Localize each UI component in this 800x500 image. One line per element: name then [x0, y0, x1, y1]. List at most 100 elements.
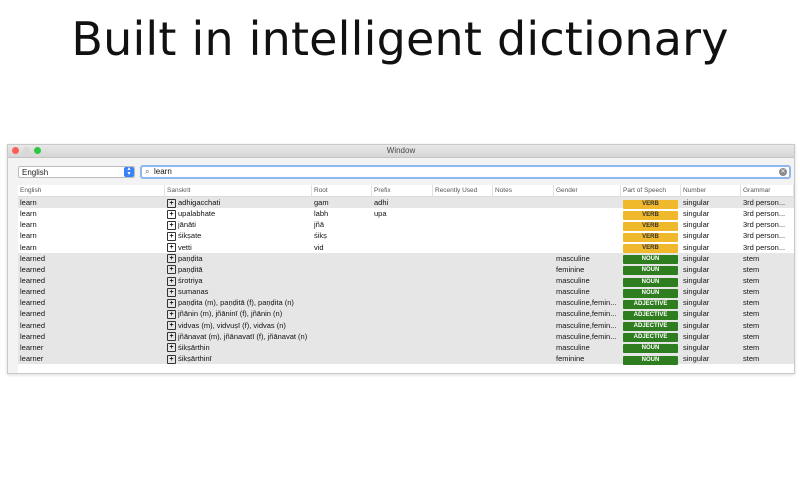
cell-grammar: stem [743, 253, 760, 263]
column-header-prefix[interactable]: Prefix [372, 185, 433, 196]
cell-gender: feminine [556, 354, 585, 364]
cell-number: singular [683, 198, 710, 208]
cell-sanskrit: + śikṣārthinī [165, 353, 312, 364]
cell-sanskrit: + paṇḍita [165, 253, 312, 264]
cell-grammar: 3rd person... [743, 209, 786, 219]
cell-grammar: stem [743, 276, 760, 286]
cell-number: singular [683, 320, 710, 330]
table-row[interactable]: learn + adhigacchati gam adhi VERB singular 3rd… [18, 197, 794, 209]
cell-grammar: stem [743, 264, 760, 274]
cell-sanskrit: + vidvas (m), vidvuṣī (f), vidvas (n) [165, 320, 312, 331]
expand-plus-icon[interactable]: + [167, 287, 176, 297]
cell-part-of-speech: NOUN [621, 353, 681, 365]
chevron-updown-icon: ▴ ▾ [124, 166, 134, 177]
column-header-number[interactable]: Number [681, 185, 741, 196]
table-row[interactable]: learn + upalabhate labh upa VERB singular 3rd p… [18, 208, 794, 220]
table-row[interactable]: learned + paṇḍita masculine NOUN singular stem [18, 252, 794, 265]
cell-grammar: 3rd person... [743, 198, 786, 208]
sanskrit-text: sumanas [178, 287, 209, 297]
expand-plus-icon[interactable]: + [167, 209, 176, 219]
sanskrit-text: paṇḍita (m), paṇḍitā (f), paṇḍita (n) [178, 298, 294, 308]
expand-plus-icon[interactable]: + [167, 232, 176, 241]
cell-gender: masculine [556, 287, 590, 297]
cell-number: singular [683, 287, 710, 297]
expand-plus-icon[interactable]: + [167, 321, 176, 331]
table-row[interactable]: learned + jñānavat (m), jñānavatī (f), jñā… [18, 330, 794, 343]
table-row[interactable]: learned + paṇḍitā feminine NOUN singular stem [18, 263, 794, 276]
clear-search-icon[interactable]: ✕ [779, 168, 787, 176]
column-header-notes[interactable]: Notes [493, 185, 554, 196]
table-row[interactable]: learn + śikṣate śikṣ VERB singular 3rd person.… [18, 230, 794, 242]
sanskrit-text: śikṣārthinī [178, 354, 212, 364]
cell-sanskrit: + śikṣate [165, 230, 312, 241]
cell-gender: masculine,femin... [556, 331, 617, 341]
cell-english: learned [20, 309, 46, 319]
column-header-part-of-speech[interactable]: Part of Speech [621, 185, 681, 196]
column-header-recently-used[interactable]: Recently Used [433, 185, 493, 196]
cell-english: learner [20, 354, 44, 364]
results-table: English Sanskrit Root Prefix Recently Used No… [18, 185, 794, 373]
cell-english: learner [20, 342, 44, 352]
cell-english: learned [20, 331, 46, 341]
cell-sanskrit: + jñānin (m), jñāninī (f), jñānin (n) [165, 308, 312, 319]
cell-grammar: stem [743, 320, 760, 330]
expand-plus-icon[interactable]: + [167, 265, 176, 275]
cell-english: learned [20, 320, 46, 330]
column-header-sanskrit[interactable]: Sanskrit [165, 185, 312, 196]
cell-sanskrit: + jñānavat (m), jñānavatī (f), jñānavat (… [165, 331, 312, 342]
cell-english: learn [20, 209, 37, 219]
column-header-gender[interactable]: Gender [554, 185, 621, 196]
table-row[interactable]: learned + vidvas (m), vidvuṣī (f), vidvas … [18, 319, 794, 332]
magnifier-icon: ⌕ [145, 167, 150, 176]
expand-plus-icon[interactable]: + [167, 343, 176, 353]
cell-gender: feminine [556, 264, 585, 274]
cell-number: singular [683, 309, 710, 319]
cell-root: labh [314, 209, 329, 219]
cell-gender: masculine [556, 253, 590, 263]
table-row[interactable]: learn + jānāti jñā VERB singular 3rd person... [18, 219, 794, 231]
table-row[interactable]: learned + sumanas masculine NOUN singular stem [18, 286, 794, 298]
language-select[interactable]: English ▴ ▾ [18, 166, 135, 178]
cell-sanskrit: + vetti [165, 242, 312, 253]
expand-plus-icon[interactable]: + [167, 298, 176, 308]
sanskrit-text: śikṣate [178, 231, 202, 241]
expand-plus-icon[interactable]: + [167, 309, 176, 319]
cell-number: singular [683, 220, 710, 230]
title-bar[interactable]: Window [8, 145, 794, 158]
table-row[interactable]: learned + jñānin (m), jñāninī (f), jñānin … [18, 308, 794, 320]
toolbar: English ▴ ▾ ⌕ learn ✕ [8, 158, 794, 184]
cell-grammar: stem [743, 342, 760, 352]
pos-badge: NOUN [623, 355, 678, 365]
cell-root: śikṣ [314, 231, 327, 241]
cell-grammar: stem [743, 354, 760, 364]
cell-number: singular [683, 264, 710, 274]
cell-prefix: adhi [374, 198, 389, 208]
column-header-grammar[interactable]: Grammar [741, 185, 794, 196]
expand-plus-icon[interactable]: + [167, 276, 176, 286]
cell-number: singular [683, 231, 710, 241]
expand-plus-icon[interactable]: + [167, 332, 176, 342]
cell-gender: masculine,femin... [556, 298, 617, 308]
table-row[interactable]: learner + śikṣārthinī feminine NOUN singular s… [18, 352, 794, 365]
expand-plus-icon[interactable]: + [167, 220, 176, 230]
expand-plus-icon[interactable]: + [167, 354, 176, 364]
column-header-english[interactable]: English [18, 185, 165, 196]
table-row[interactable]: learned + paṇḍita (m), paṇḍitā (f), paṇḍit… [18, 297, 794, 309]
expand-plus-icon[interactable]: + [167, 254, 176, 264]
sanskrit-text: śikṣārthin [178, 342, 210, 352]
expand-plus-icon[interactable]: + [167, 198, 176, 208]
table-row[interactable]: learned + śrotriya masculine NOUN singular ste… [18, 274, 794, 287]
table-row[interactable]: learner + śikṣārthin masculine NOUN singular s… [18, 341, 794, 354]
cell-number: singular [683, 354, 710, 364]
column-header-root[interactable]: Root [312, 185, 372, 196]
search-input-value: learn [154, 167, 172, 176]
cell-english: learn [20, 231, 37, 241]
cell-english: learned [20, 276, 46, 286]
cell-root: vid [314, 242, 324, 252]
cell-english: learned [20, 287, 46, 297]
table-body: learn + adhigacchati gam adhi VERB singular 3rd… [18, 197, 794, 365]
language-select-value: English [22, 168, 49, 177]
table-row[interactable]: learn + vetti vid VERB singular 3rd person... [18, 242, 794, 254]
expand-plus-icon[interactable]: + [167, 243, 176, 253]
search-field[interactable]: ⌕ learn ✕ [140, 165, 791, 179]
